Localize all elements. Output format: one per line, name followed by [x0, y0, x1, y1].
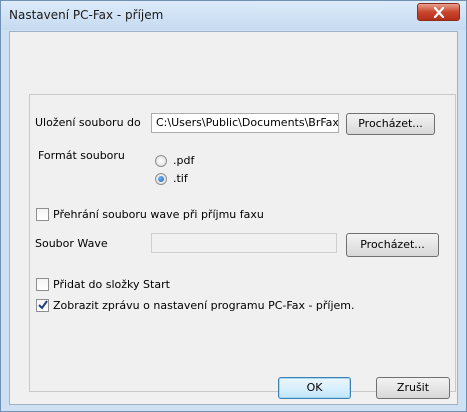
close-icon — [433, 7, 445, 18]
browse-wave-button[interactable]: Procházet... — [346, 233, 439, 257]
title-bar: Nastavení PC-Fax - příjem — [1, 1, 466, 30]
wave-file-field[interactable] — [151, 233, 337, 253]
cancel-button[interactable]: Zrušit — [376, 377, 450, 399]
add-to-startup-label: Přidat do složky Start — [53, 278, 170, 291]
dialog-window: Nastavení PC-Fax - příjem Uložení soubor… — [0, 0, 467, 412]
file-format-label: Formát souboru — [38, 149, 125, 162]
wave-file-label: Soubor Wave — [35, 237, 108, 250]
show-message-label: Zobrazit zprávu o nastavení programu PC-… — [53, 299, 355, 312]
format-tif-label: .tif — [173, 172, 188, 185]
show-message-checkbox[interactable] — [36, 299, 49, 312]
add-to-startup-checkbox[interactable] — [36, 278, 49, 291]
window-title: Nastavení PC-Fax - příjem — [9, 8, 164, 22]
format-pdf-label: .pdf — [173, 154, 195, 167]
wave-playback-label: Přehrání souboru wave při příjmu faxu — [53, 208, 264, 221]
ok-button[interactable]: OK — [278, 377, 351, 399]
save-location-label: Uložení souboru do — [35, 116, 141, 129]
browse-folder-button[interactable]: Procházet... — [346, 113, 435, 135]
save-location-field[interactable]: C:\Users\Public\Documents\BrFaxF — [151, 113, 339, 133]
close-button[interactable] — [417, 3, 460, 21]
checkmark-icon — [38, 300, 48, 310]
format-tif-radio[interactable] — [155, 173, 167, 185]
format-pdf-radio[interactable] — [155, 155, 167, 167]
wave-playback-checkbox[interactable] — [36, 208, 49, 221]
